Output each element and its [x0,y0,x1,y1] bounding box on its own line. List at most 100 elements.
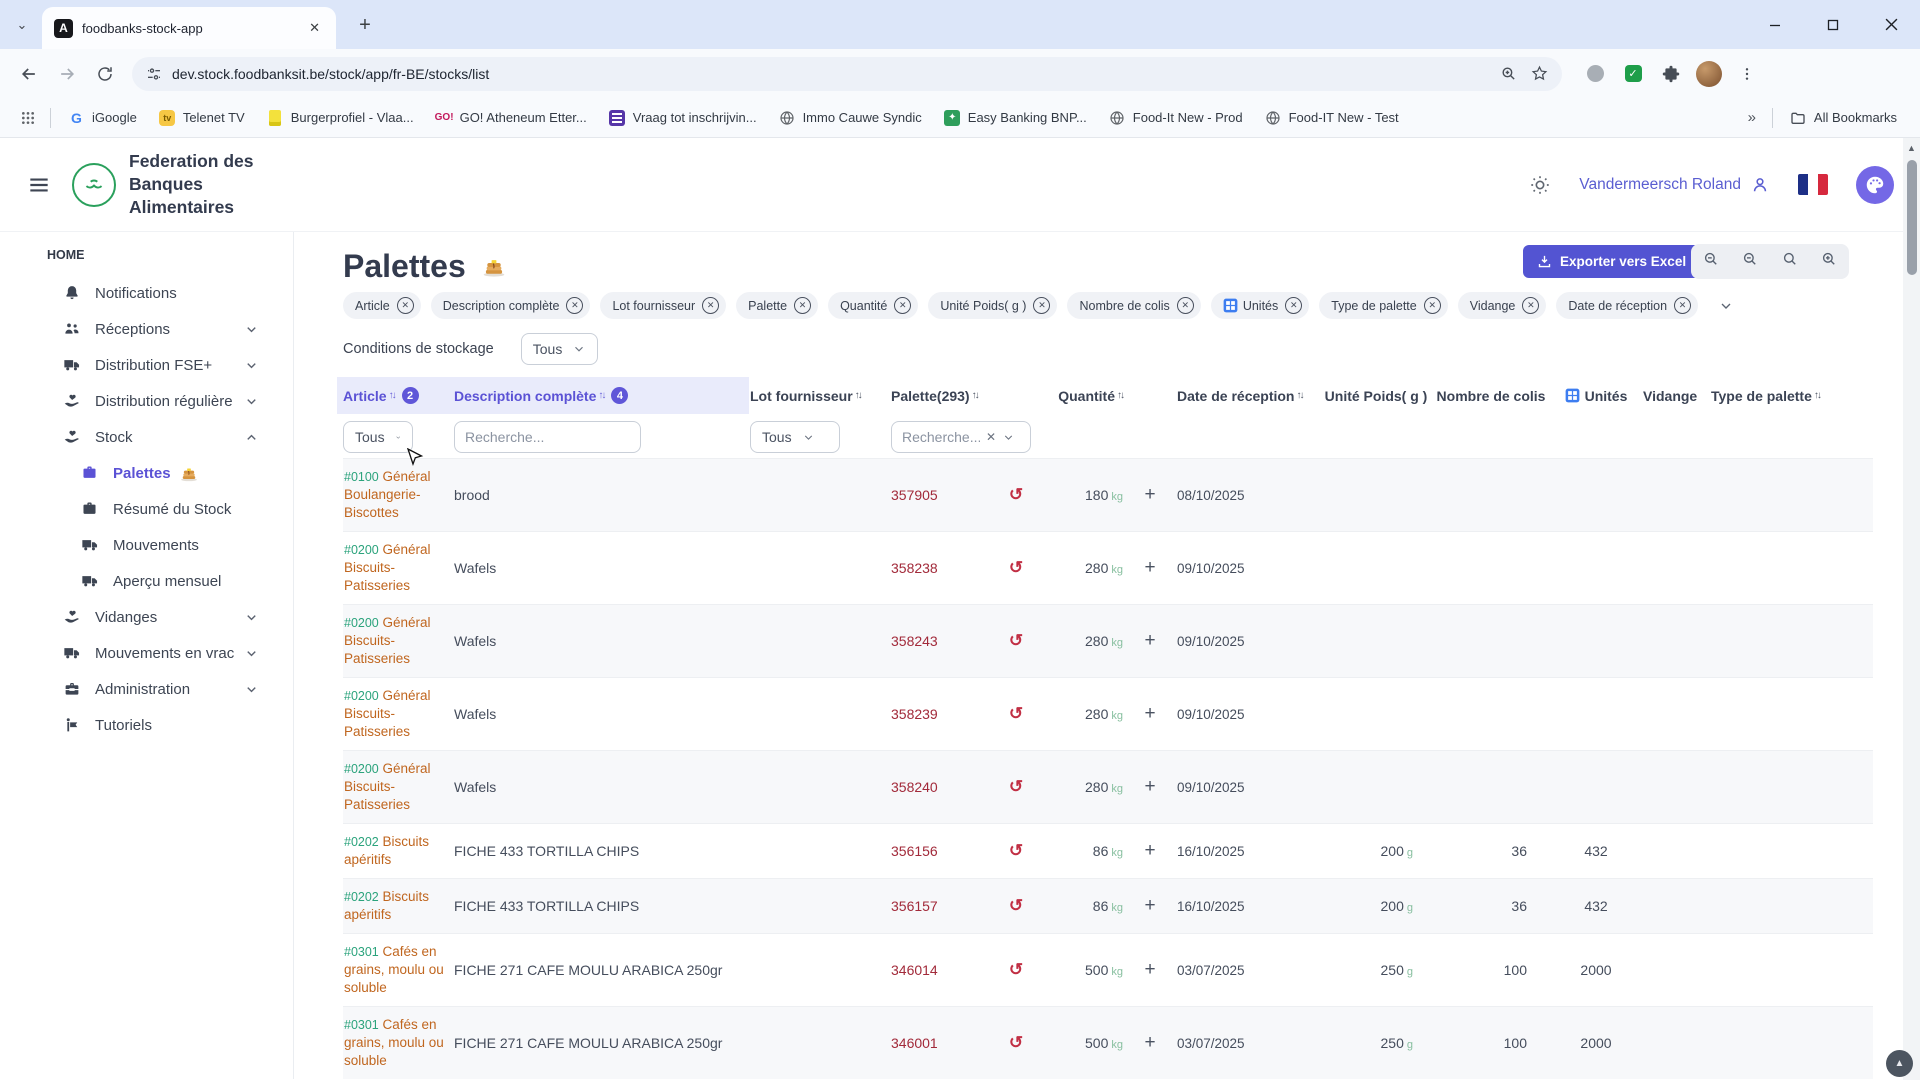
chevron-icon[interactable] [244,646,259,661]
palette-number[interactable]: 356157 [891,898,991,914]
history-icon[interactable]: ↺ [997,960,1035,980]
description-search-input[interactable] [454,421,641,453]
table-row[interactable]: #0100 Général Boulangerie-Biscottes broo… [343,458,1873,531]
profile-avatar[interactable] [1694,61,1724,87]
chip-remove-icon[interactable]: ✕ [702,297,719,314]
filter-chip[interactable]: Lot fournisseur ✕ [600,292,726,319]
palette-search-input[interactable] [902,429,980,445]
palette-number[interactable]: 356156 [891,843,991,859]
user-menu[interactable]: Vandermeersch Roland [1579,175,1770,195]
article-cell[interactable]: #0200 Général Biscuits-Patisseries [343,614,448,668]
minimize-button[interactable] [1746,0,1804,49]
lot-filter-select[interactable]: Tous [750,421,840,453]
article-filter-select[interactable]: Tous [343,421,413,453]
history-icon[interactable]: ↺ [997,558,1035,578]
add-icon[interactable]: + [1129,840,1171,862]
sidebar-item[interactable]: Distribution FSE+ [0,347,293,383]
bookmark-item[interactable]: Vraag tot inschrijvin... [598,109,768,126]
chip-remove-icon[interactable]: ✕ [566,297,583,314]
url-text[interactable]: dev.stock.foodbanksit.be/stock/app/fr-BE… [172,66,1486,82]
theme-toggle-sun-icon[interactable] [1529,174,1551,196]
close-button[interactable] [1862,0,1920,49]
tab-search-chevron-icon[interactable]: ⌄ [10,13,34,37]
bookmark-item[interactable]: ✦ Easy Banking BNP... [933,109,1098,126]
filter-chip[interactable]: Unités ✕ [1211,292,1309,319]
sidebar-item[interactable]: Mouvements en vrac [0,635,293,671]
table-row[interactable]: #0200 Général Biscuits-Patisseries Wafel… [343,750,1873,823]
forward-icon[interactable] [51,58,83,90]
bookmark-item[interactable]: GO! GO! Atheneum Etter... [425,109,598,126]
add-icon[interactable]: + [1129,895,1171,917]
sidebar-item[interactable]: Administration [0,671,293,707]
column-header[interactable]: Date de réception ↑↓ [1177,388,1319,404]
chevron-icon[interactable] [244,322,259,337]
sort-icon[interactable]: ↑↓ [1117,390,1123,401]
sort-icon[interactable]: ↑↓ [855,390,861,401]
article-cell[interactable]: #0200 Général Biscuits-Patisseries [343,760,448,814]
reload-icon[interactable] [89,58,121,90]
sidebar-item[interactable]: Vidanges [0,599,293,635]
magnifier-minus-icon[interactable] [1741,250,1759,273]
history-icon[interactable]: ↺ [997,896,1035,916]
palette-number[interactable]: 346001 [891,1035,991,1051]
table-row[interactable]: #0200 Général Biscuits-Patisseries Wafel… [343,677,1873,750]
chip-remove-icon[interactable]: ✕ [1424,297,1441,314]
chip-remove-icon[interactable]: ✕ [794,297,811,314]
filter-chip[interactable]: Type de palette ✕ [1319,292,1447,319]
history-icon[interactable]: ↺ [997,485,1035,505]
palette-search-box[interactable]: ✕ [891,421,1031,453]
bookmarks-overflow-icon[interactable]: » [1738,109,1766,126]
chip-remove-icon[interactable]: ✕ [1177,297,1194,314]
magnifier-icon[interactable] [1781,250,1799,273]
column-header[interactable]: Type de palette ↑↓ [1711,388,1861,404]
chevron-icon[interactable] [244,682,259,697]
column-header[interactable]: Unités ↑↓ [1555,388,1637,404]
add-icon[interactable]: + [1129,703,1171,725]
extension-icon[interactable] [1580,65,1610,82]
article-cell[interactable]: #0200 Général Biscuits-Patisseries [343,541,448,595]
bookmark-item[interactable]: tv Telenet TV [148,109,256,126]
column-header[interactable]: Nombre de colis ↑↓ [1433,388,1549,404]
site-settings-icon[interactable] [146,66,162,82]
table-row[interactable]: #0301 Cafés en grains, moulu ou soluble … [343,1006,1873,1079]
add-icon[interactable]: + [1129,484,1171,506]
column-header[interactable]: Palette(293) ↑↓ [891,388,991,404]
tab-close-icon[interactable]: ✕ [305,18,324,38]
chip-remove-icon[interactable]: ✕ [397,297,414,314]
bookmark-item[interactable]: G iGoogle [57,109,148,126]
bookmark-item[interactable]: Food-It New - Prod [1098,109,1254,126]
apps-grid-icon[interactable] [12,102,44,134]
chip-remove-icon[interactable]: ✕ [1285,297,1302,314]
table-row[interactable]: #0202 Biscuits apéritifs FICHE 433 TORTI… [343,878,1873,933]
chip-remove-icon[interactable]: ✕ [894,297,911,314]
bookmark-star-icon[interactable] [1531,65,1548,82]
article-cell[interactable]: #0202 Biscuits apéritifs [343,888,448,924]
sidebar-item[interactable]: Aperçu mensuel [0,563,293,599]
article-cell[interactable]: #0100 Général Boulangerie-Biscottes [343,468,448,522]
column-header[interactable]: Description complète ↑↓ 4 [454,387,744,404]
filter-chip[interactable]: Quantité ✕ [828,292,918,319]
clear-icon[interactable]: ✕ [986,430,996,444]
chip-remove-icon[interactable]: ✕ [1522,297,1539,314]
add-icon[interactable]: + [1129,959,1171,981]
chevron-icon[interactable] [244,358,259,373]
bookmark-item[interactable]: Food-IT New - Test [1254,109,1410,126]
sort-icon[interactable]: ↑↓ [972,390,978,401]
sort-icon[interactable]: ↑↓ [1814,390,1820,401]
palette-number[interactable]: 346014 [891,962,991,978]
magnifier-plus-icon[interactable] [1820,250,1838,273]
add-icon[interactable]: + [1129,776,1171,798]
adblock-check-icon[interactable]: ✓ [1618,65,1648,82]
history-icon[interactable]: ↺ [997,777,1035,797]
sidebar-item[interactable]: Stock [0,419,293,455]
history-icon[interactable]: ↺ [997,1033,1035,1053]
scroll-fab[interactable]: ▲ [1886,1050,1913,1077]
filter-chip[interactable]: Description complète ✕ [431,292,591,319]
sidebar-item[interactable]: Réceptions [0,311,293,347]
column-header[interactable]: Unité Poids( g ) ↑↓ [1325,388,1427,404]
browser-tab[interactable]: A foodbanks-stock-app ✕ [42,7,336,49]
storage-conditions-select[interactable]: Tous [521,333,599,365]
magnifier-minus-icon[interactable] [1702,250,1720,273]
sidebar-item[interactable]: Résumé du Stock [0,491,293,527]
column-header[interactable]: Article ↑↓ 2 [343,387,448,404]
